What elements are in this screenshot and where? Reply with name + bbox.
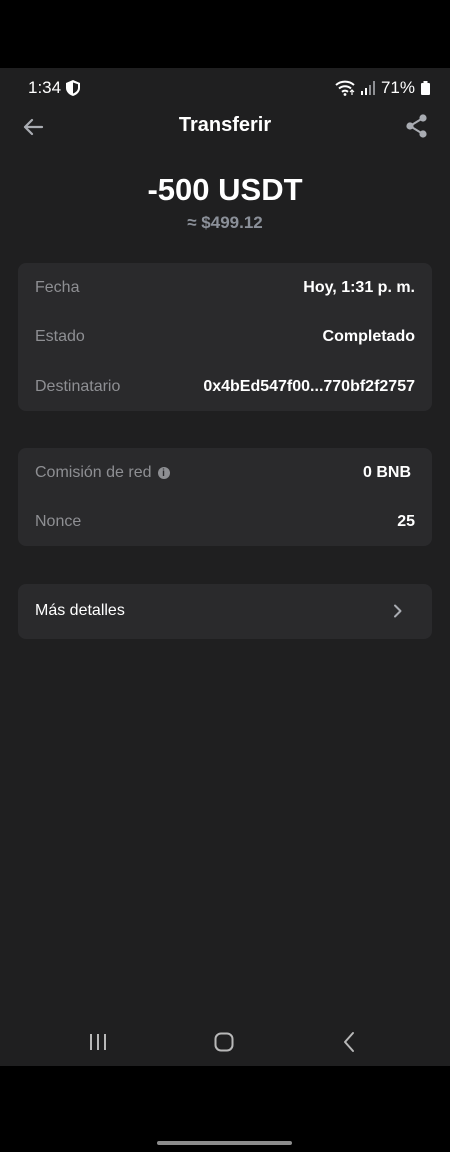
status-icons: 71% <box>335 78 430 98</box>
detail-row-network-fee: Comisión de red i 0 BNB <box>35 462 415 484</box>
signal-icon <box>360 81 375 95</box>
date-value: Hoy, 1:31 p. m. <box>303 279 415 296</box>
network-fee-value: 0 BNB <box>362 464 411 481</box>
battery-icon <box>421 81 430 95</box>
share-icon[interactable] <box>404 113 430 139</box>
transaction-details-card: Fecha Hoy, 1:31 p. m. Estado Completado … <box>18 263 432 411</box>
info-icon[interactable]: i <box>157 467 170 479</box>
gesture-handle[interactable] <box>157 1141 292 1145</box>
recipient-label: Destinatario <box>35 378 121 395</box>
top-bezel <box>0 0 450 68</box>
transfer-amount: -500 USDT <box>147 172 303 207</box>
nonce-label: Nonce <box>35 513 82 530</box>
network-fee-label: Comisión de red <box>35 464 152 481</box>
date-label: Fecha <box>35 279 80 296</box>
recipient-address[interactable]: 0x4bEd547f00...770bf2f2757 <box>203 378 415 396</box>
status-value: Completado <box>322 328 415 345</box>
fiat-equivalent: ≈ $499.12 <box>187 213 263 232</box>
status-bar: 1:34 71% <box>0 68 450 108</box>
detail-row-date: Fecha Hoy, 1:31 p. m. <box>35 277 415 299</box>
status-time: 1:34 <box>28 78 62 97</box>
recents-icon[interactable] <box>86 1030 110 1054</box>
home-icon[interactable] <box>212 1030 236 1054</box>
app-screen: 1:34 71% Transferir -500 USDT ≈ $499.12 … <box>0 68 450 1066</box>
battery-level: 71% <box>380 78 415 97</box>
detail-row-status: Estado Completado <box>35 326 415 348</box>
system-nav-bar <box>0 1018 450 1066</box>
more-details-row: Más detalles <box>35 600 415 622</box>
nav-back-icon[interactable] <box>338 1030 362 1054</box>
wifi-icon <box>335 80 355 96</box>
more-details-label: Más detalles <box>35 602 125 619</box>
network-fee-label-group: Comisión de red i <box>35 464 170 482</box>
nonce-value: 25 <box>397 513 415 530</box>
chevron-right-icon <box>394 604 402 618</box>
page-title: Transferir <box>178 114 272 136</box>
detail-row-recipient: Destinatario 0x4bEd547f00...770bf2f2757 <box>35 376 415 398</box>
detail-row-nonce: Nonce 25 <box>35 511 415 533</box>
bottom-bezel <box>0 1066 450 1152</box>
more-details-button[interactable]: Más detalles <box>18 584 432 639</box>
status-label: Estado <box>35 328 85 345</box>
shield-icon <box>66 80 80 96</box>
app-header: Transferir <box>0 108 450 144</box>
network-fee-card: Comisión de red i 0 BNB Nonce 25 <box>18 448 432 546</box>
